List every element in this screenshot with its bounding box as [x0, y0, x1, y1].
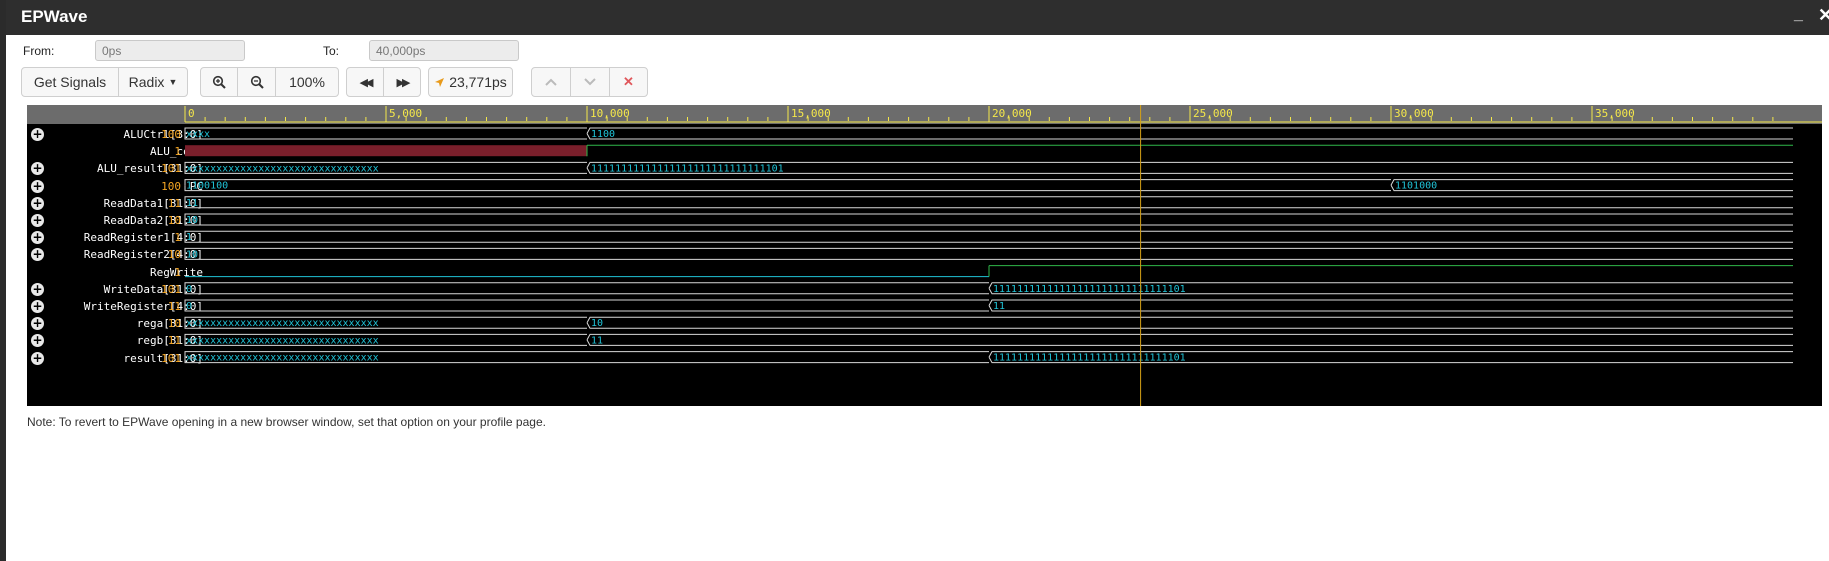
zoom-out-icon	[250, 75, 264, 89]
caret-down-icon: ▼	[168, 77, 178, 87]
ruler-tick-label: 35,000	[1595, 107, 1635, 120]
bit-unknown-block	[185, 145, 587, 157]
zoom-level-value: 100%	[289, 74, 325, 90]
bus-value-label: 11	[186, 198, 198, 209]
bus-top-edge	[184, 196, 1793, 203]
ruler-tick-label: 5,000	[389, 107, 422, 120]
bus-value-label: 10	[186, 215, 198, 226]
bus-value-label: xxxxxxxxxxxxxxxxxxxxxxxxxxxxxxxx	[186, 353, 379, 364]
bus-top-edge	[184, 282, 989, 289]
close-icon[interactable]: ✕	[1818, 5, 1829, 26]
bus-bottom-edge	[184, 185, 1391, 192]
bus-value-label: 11	[993, 301, 1005, 312]
bus-top-edge	[184, 179, 1391, 186]
window-title: EPWave	[21, 7, 88, 26]
bus-top-edge	[184, 127, 587, 134]
bus-value-label: 10	[591, 318, 603, 329]
bus-top-edge	[586, 316, 1793, 323]
bus-value-label: 11111111111111111111111111111101	[993, 284, 1186, 295]
bus-value-label: 1101000	[1395, 181, 1437, 192]
zoom-in-icon	[212, 75, 226, 89]
ruler-tick-label: 30,000	[1394, 107, 1434, 120]
epwave-window: EPWave _ ✕ From: 0ps To: 40,000ps Get Si…	[0, 0, 1829, 561]
bus-top-edge	[184, 230, 1793, 237]
bus-bottom-edge	[184, 236, 1793, 243]
remove-icon: ✕	[623, 74, 634, 89]
bus-bottom-edge	[586, 322, 1793, 329]
bus-value-label: xxxxxxxxxxxxxxxxxxxxxxxxxxxxxxxx	[186, 163, 379, 174]
bus-bottom-edge	[586, 339, 1793, 346]
to-field[interactable]: 40,000ps	[369, 40, 519, 61]
bus-value-label: 1100100	[186, 181, 228, 192]
title-bar: EPWave _ ✕	[6, 0, 1829, 35]
previous-edge-button[interactable]: ◀◀	[346, 67, 384, 97]
bus-value-label: 11111111111111111111111111111101	[591, 163, 784, 174]
fast-forward-icon: ▶▶	[396, 76, 411, 89]
fast-backward-icon: ◀◀	[359, 76, 374, 89]
bus-bottom-edge	[988, 305, 1793, 312]
from-label: From:	[23, 44, 55, 58]
remove-signal-button[interactable]: ✕	[609, 67, 648, 97]
move-down-button[interactable]	[570, 67, 610, 97]
get-signals-button[interactable]: Get Signals	[21, 67, 119, 97]
bus-value-label: 1100	[591, 129, 615, 140]
bus-top-edge	[1390, 179, 1793, 186]
to-label: To:	[323, 44, 340, 58]
bus-value-label: 10	[186, 249, 198, 260]
profile-note: Note: To revert to EPWave opening in a n…	[27, 415, 546, 429]
location-arrow-icon	[435, 77, 445, 87]
radix-button[interactable]: Radix ▼	[118, 67, 188, 97]
zoom-out-button[interactable]	[237, 67, 276, 97]
bus-value-label: 11111111111111111111111111111101	[993, 353, 1186, 364]
bus-top-edge	[586, 333, 1793, 341]
from-field[interactable]: 0ps	[95, 40, 245, 61]
bus-bottom-edge	[1390, 184, 1793, 192]
bus-bottom-edge	[184, 133, 587, 140]
ruler-tick-label: 0	[188, 107, 195, 120]
waveform-panel[interactable]: + ALUCtrl[3:0] 100 ALU_cond 1 + ALU_result[31:…	[27, 105, 1822, 406]
radix-label: Radix	[128, 74, 165, 90]
bus-bottom-edge	[184, 219, 1793, 226]
move-up-button[interactable]	[531, 67, 571, 97]
bus-bottom-edge	[184, 305, 989, 312]
next-edge-button[interactable]: ▶▶	[383, 67, 421, 97]
bus-top-edge	[988, 299, 1793, 306]
bus-value-label: 0	[186, 284, 192, 295]
bus-top-edge	[184, 247, 1793, 254]
ruler-tick-label: 20,000	[992, 107, 1032, 120]
bus-value-label: 0	[186, 301, 192, 312]
bus-value-label: 1	[186, 232, 192, 243]
bus-top-edge	[586, 127, 1793, 134]
zoom-in-button[interactable]	[200, 67, 238, 97]
minimize-icon[interactable]: _	[1794, 6, 1803, 24]
bus-top-edge	[184, 213, 1793, 220]
chevron-up-icon	[545, 78, 557, 86]
get-signals-label: Get Signals	[33, 74, 107, 90]
bus-bottom-edge	[586, 133, 1793, 140]
chevron-down-icon	[584, 78, 596, 86]
bus-top-edge	[184, 299, 989, 306]
bus-value-label: 11	[591, 335, 603, 346]
bus-bottom-edge	[184, 202, 1793, 209]
bus-bottom-edge	[184, 253, 1793, 260]
cursor-time-value: 23,771ps	[449, 74, 507, 90]
bus-value-label: xxxxxxxxxxxxxxxxxxxxxxxxxxxxxxxx	[186, 318, 379, 329]
zoom-level[interactable]: 100%	[275, 67, 339, 97]
ruler-tick-label: 15,000	[791, 107, 831, 120]
cursor-time-button[interactable]: 23,771ps	[428, 67, 513, 97]
ruler-tick-label: 25,000	[1193, 107, 1233, 120]
ruler-tick-label: 10,000	[590, 107, 630, 120]
bus-bottom-edge	[184, 288, 989, 295]
waveform-canvas[interactable]: 0 5,000 10,000 15,000 20,000 25,000 30,000 35,0…	[27, 105, 1822, 406]
bus-value-label: xxxx	[186, 129, 210, 140]
bus-value-label: xxxxxxxxxxxxxxxxxxxxxxxxxxxxxxxx	[186, 335, 379, 346]
